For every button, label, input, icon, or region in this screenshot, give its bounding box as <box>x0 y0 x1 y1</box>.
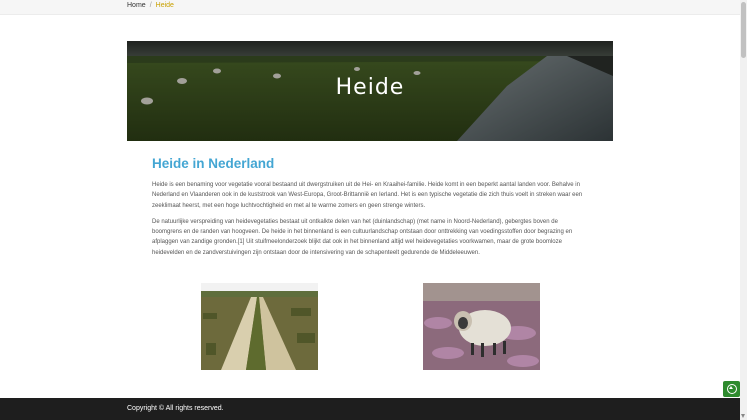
scroll-down-arrow-icon[interactable] <box>741 414 745 418</box>
article-heading: Heide in Nederland <box>152 156 275 171</box>
hero-banner: Heide <box>127 41 613 141</box>
vertical-scrollbar[interactable] <box>740 0 747 420</box>
sheep-image <box>423 283 540 370</box>
breadcrumb-home-link[interactable]: Home <box>127 2 146 9</box>
heath-path-image <box>201 283 318 370</box>
scrollbar-thumb[interactable] <box>741 2 746 58</box>
footer-copyright: Copyright © All rights reserved. <box>127 405 224 412</box>
photo-heath-sheep <box>423 283 540 370</box>
breadcrumb-separator: / <box>149 2 152 9</box>
top-bar: Home / Heide <box>0 0 740 15</box>
article-paragraph-2: De natuurlijke verspreiding van heideveg… <box>152 218 573 256</box>
footer: Copyright © All rights reserved. <box>0 398 740 420</box>
arrow-up-icon <box>729 386 734 389</box>
breadcrumb-current: Heide <box>155 2 174 9</box>
photo-heath-path <box>201 283 318 370</box>
article: Heide in Nederland Heide is een benaming… <box>152 156 588 264</box>
article-paragraph-1: Heide is een benaming voor vegetatie voo… <box>152 182 583 209</box>
back-to-top-button[interactable] <box>723 381 740 397</box>
breadcrumb: Home / Heide <box>127 1 174 11</box>
hero-title: Heide <box>335 75 405 100</box>
